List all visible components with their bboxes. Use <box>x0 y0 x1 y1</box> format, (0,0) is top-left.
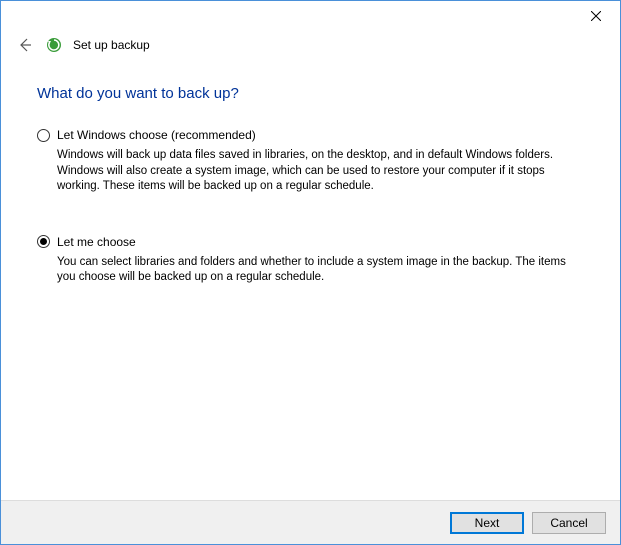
radio-icon <box>37 235 50 248</box>
close-icon <box>591 11 601 21</box>
backup-icon <box>45 36 63 54</box>
content-area: What do you want to back up? Let Windows… <box>1 55 620 286</box>
back-arrow-icon <box>17 37 33 53</box>
option-description: Windows will back up data files saved in… <box>37 148 590 195</box>
radio-let-me-choose[interactable]: Let me choose <box>37 235 590 249</box>
radio-icon <box>37 129 50 142</box>
footer: Next Cancel <box>1 500 620 544</box>
option-windows-choose: Let Windows choose (recommended) Windows… <box>37 128 590 195</box>
next-button[interactable]: Next <box>450 512 524 534</box>
header-row: Set up backup <box>1 31 620 55</box>
option-description: You can select libraries and folders and… <box>37 255 590 286</box>
window-title: Set up backup <box>73 38 150 52</box>
radio-windows-choose[interactable]: Let Windows choose (recommended) <box>37 128 590 142</box>
close-button[interactable] <box>584 4 608 28</box>
back-button[interactable] <box>15 35 35 55</box>
option-let-me-choose: Let me choose You can select libraries a… <box>37 235 590 286</box>
option-label: Let Windows choose (recommended) <box>57 128 256 142</box>
option-label: Let me choose <box>57 235 136 249</box>
titlebar <box>1 1 620 31</box>
page-heading: What do you want to back up? <box>37 85 590 102</box>
cancel-button[interactable]: Cancel <box>532 512 606 534</box>
